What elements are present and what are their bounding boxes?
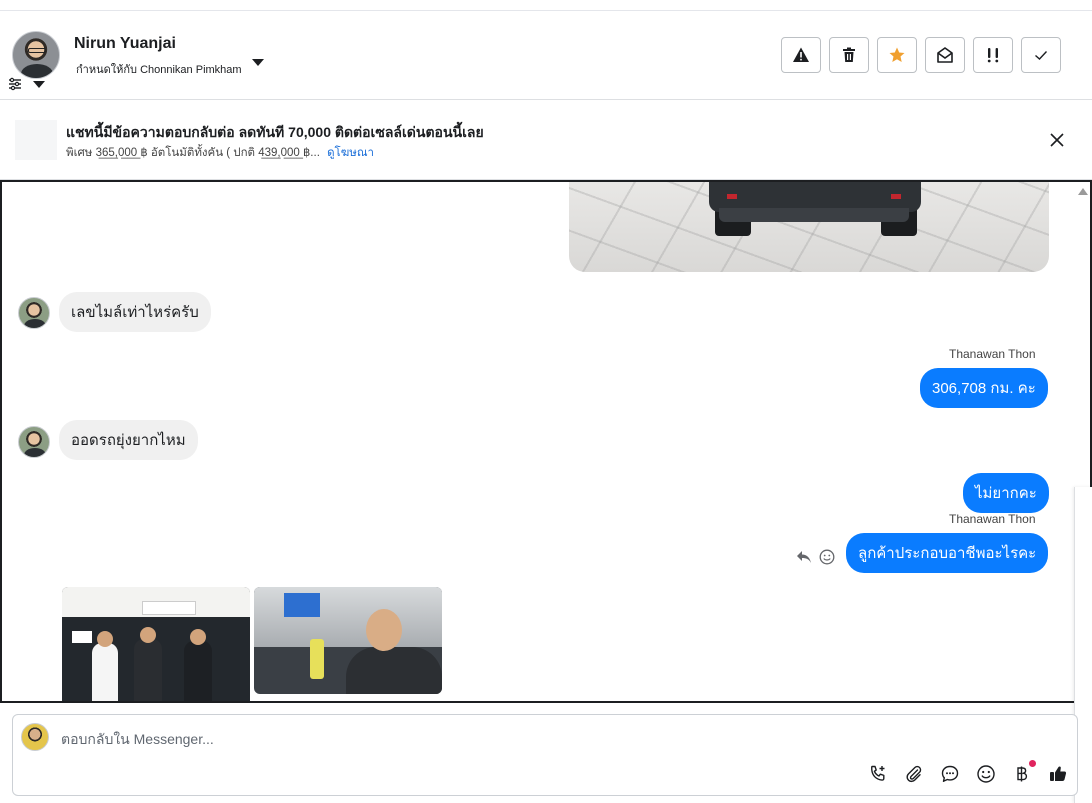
emoji-button[interactable] <box>975 763 997 785</box>
smile-icon[interactable] <box>819 549 835 565</box>
ad-subtitle: พิเศษ 3̲6̲5̲,0̲0̲0̲ ฿ อัตโนมัติทั้งคัน (… <box>66 144 374 162</box>
message-thread[interactable]: เลขไมล์เท่าไหร่ครับ Thanawan Thon 306,70… <box>0 180 1092 703</box>
ad-banner: แชทนี้มีข้อความตอบกลับต่อ ลดทันที 70,000… <box>0 100 1092 180</box>
contact-avatar[interactable] <box>12 31 60 79</box>
car-photo-attachment[interactable] <box>569 182 1049 272</box>
customer-photo-attachment[interactable] <box>254 587 442 694</box>
chat-bubble-icon <box>941 765 959 782</box>
check-icon <box>1035 51 1048 60</box>
assigned-prefix: กำหนดให้กับ <box>76 64 138 76</box>
emoji-icon <box>977 765 995 783</box>
star-icon <box>889 47 905 62</box>
reply-input[interactable] <box>61 729 761 749</box>
thumbs-up-icon <box>1050 766 1067 781</box>
reply-icon[interactable] <box>796 550 812 564</box>
phone-plus-icon <box>871 765 885 781</box>
ad-subtitle-text: พิเศษ 3̲6̲5̲,0̲0̲0̲ ฿ อัตโนมัติทั้งคัน (… <box>66 147 320 159</box>
attach-button[interactable] <box>903 763 925 785</box>
assignee-dropdown-icon[interactable] <box>252 59 264 66</box>
outgoing-message[interactable]: ไม่ยากคะ <box>963 473 1049 513</box>
shop-photo-attachment[interactable] <box>62 587 250 701</box>
conversation-header: Nirun Yuanjai กำหนดให้กับ Chonnikan Pimk… <box>0 11 1092 100</box>
sender-name: Thanawan Thon <box>949 347 1036 361</box>
scroll-up-icon[interactable] <box>1078 188 1088 195</box>
close-icon[interactable] <box>1048 131 1066 149</box>
trash-icon <box>843 47 855 62</box>
star-button[interactable] <box>877 37 917 73</box>
assignee-name: Chonnikan Pimkham <box>140 64 242 76</box>
contact-avatar-small <box>18 426 50 458</box>
baht-icon <box>1017 766 1028 782</box>
sender-name: Thanawan Thon <box>949 512 1036 526</box>
spam-button[interactable] <box>781 37 821 73</box>
envelope-open-icon <box>937 47 953 63</box>
view-ad-link[interactable]: ดูโฆษณา <box>327 147 374 159</box>
important-button[interactable] <box>973 37 1013 73</box>
inbox-conversation-view: Nirun Yuanjai กำหนดให้กับ Chonnikan Pimk… <box>0 0 1092 803</box>
contact-avatar-small <box>18 297 50 329</box>
delete-button[interactable] <box>829 37 869 73</box>
outgoing-message[interactable]: 306,708 กม. คะ <box>920 368 1048 408</box>
call-button[interactable] <box>867 763 889 785</box>
warning-icon <box>793 47 809 62</box>
incoming-message[interactable]: ออดรถยุ่งยากไหม <box>59 420 198 460</box>
filter-icon[interactable] <box>8 77 22 91</box>
notification-dot <box>1029 760 1036 767</box>
assignee-label[interactable]: กำหนดให้กับ Chonnikan Pimkham <box>76 60 242 78</box>
saved-replies-button[interactable] <box>939 763 961 785</box>
paperclip-icon <box>906 765 922 783</box>
reply-composer <box>12 714 1078 796</box>
incoming-message[interactable]: เลขไมล์เท่าไหร่ครับ <box>59 292 211 332</box>
like-button[interactable] <box>1047 763 1069 785</box>
done-button[interactable] <box>1021 37 1061 73</box>
exclamation-icon <box>987 48 999 63</box>
mark-unread-button[interactable] <box>925 37 965 73</box>
ad-thumbnail <box>15 120 57 160</box>
contact-name[interactable]: Nirun Yuanjai <box>74 35 176 53</box>
agent-avatar <box>21 723 49 751</box>
ad-title: แชทนี้มีข้อความตอบกลับต่อ ลดทันที 70,000… <box>66 124 484 140</box>
outgoing-message[interactable]: ลูกค้าประกอบอาชีพอะไรคะ <box>846 533 1049 573</box>
chevron-down-icon[interactable] <box>33 81 45 88</box>
